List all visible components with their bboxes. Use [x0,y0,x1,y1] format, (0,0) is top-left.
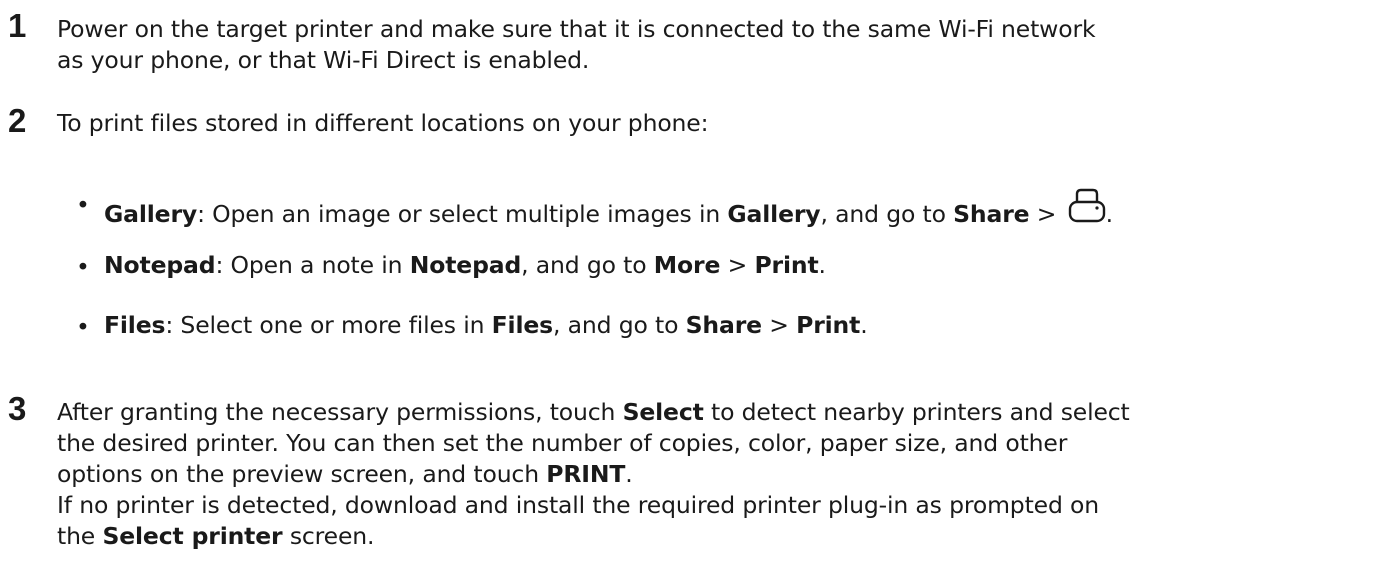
app-name: Notepad [409,251,522,279]
text-line: options on the preview screen, and touch… [57,459,1377,490]
step-number: 1 [8,7,27,44]
ui-term: PRINT [546,460,626,488]
text-span: . [625,460,633,488]
step-text: To print files stored in different locat… [57,109,709,137]
text-span: After granting the necessary permissions… [57,398,623,426]
text-line: If no printer is detected, download and … [57,491,1100,519]
text-span: the [57,522,103,550]
menu-item: Print [754,251,819,279]
menu-item: More [653,251,721,279]
bullet-notepad: Notepad: Open a note in Notepad, and go … [104,250,1374,281]
separator: > [1029,200,1064,228]
period: . [1105,200,1113,228]
menu-item: Share [953,200,1030,228]
menu-item: Print [796,311,861,339]
bullet-files: Files: Select one or more files in Files… [104,310,1374,341]
separator: > [761,311,797,339]
text-line: Power on the target printer and make sur… [57,15,1096,43]
app-name: Notepad [104,251,216,279]
app-name: Files [104,311,166,339]
text-line: After granting the necessary permissions… [57,397,1377,428]
period: . [818,251,826,279]
text-span: options on the preview screen, and touch [57,460,547,488]
step-number: 3 [8,390,27,427]
text-span: to detect nearby printers and select [703,398,1130,426]
text-line: the desired printer. You can then set th… [57,429,1068,457]
step-text: Power on the target printer and make sur… [57,14,1377,76]
bullet-text-span: : Open a note in [215,251,410,279]
printer-icon [1068,188,1106,224]
bullet-text-span: , and go to [820,200,954,228]
menu-item: Share [685,311,762,339]
app-name: Files [491,311,553,339]
bullet-text-span: , and go to [553,311,686,339]
text-span: screen. [282,522,375,550]
ui-term: Select printer [102,522,283,550]
app-name: Gallery [104,200,198,228]
bullet-text-span: : Open an image or select multiple image… [197,200,728,228]
print-instructions: 1 Power on the target printer and make s… [0,0,1383,583]
bullet-dot: • [76,253,90,281]
bullet-text-span: , and go to [521,251,654,279]
ui-term: Select [622,398,704,426]
bullet-text-span: : Select one or more files in [165,311,492,339]
bullet-dot: • [76,313,90,341]
bullet-dot: • [76,191,90,219]
period: . [860,311,868,339]
step-number: 2 [8,102,27,139]
text-line: as your phone, or that Wi-Fi Direct is e… [57,46,590,74]
separator: > [720,251,755,279]
text-line: the Select printer screen. [57,521,1377,552]
app-name: Gallery [727,200,821,228]
step-text: After granting the necessary permissions… [57,397,1377,552]
bullet-gallery: Gallery: Open an image or select multipl… [104,188,1374,230]
